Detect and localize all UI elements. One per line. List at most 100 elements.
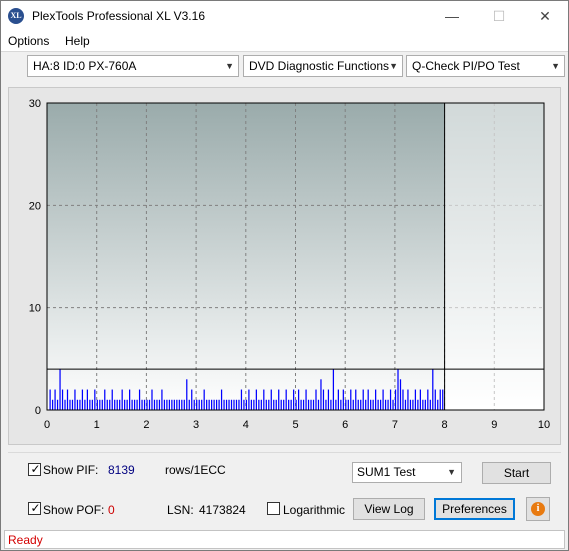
pi-bar xyxy=(104,389,106,410)
x-tick-label: 8 xyxy=(442,419,448,431)
pi-bar xyxy=(352,399,354,410)
x-tick-label: 6 xyxy=(342,419,348,431)
pi-bar xyxy=(94,389,96,410)
pi-bar xyxy=(270,389,272,410)
close-button[interactable]: ✕ xyxy=(522,1,568,31)
status-bar: Ready xyxy=(4,530,565,549)
preferences-button[interactable]: Preferences xyxy=(434,498,515,520)
pi-bar xyxy=(288,399,290,410)
lsn-value: 4173824 xyxy=(199,503,246,517)
checkmark-icon: ✓ xyxy=(30,501,41,515)
info-button[interactable]: i xyxy=(526,497,550,521)
drive-select[interactable]: HA:8 ID:0 PX-760A ▼ xyxy=(27,55,239,77)
function-select[interactable]: DVD Diagnostic Functions ▼ xyxy=(243,55,403,77)
pi-bar xyxy=(133,399,136,410)
logarithmic-checkbox[interactable]: ✓ xyxy=(267,502,280,515)
pi-bar xyxy=(439,389,441,410)
show-pif-checkbox[interactable]: ✓ xyxy=(28,462,41,476)
pi-bar xyxy=(332,369,335,410)
start-button[interactable]: Start xyxy=(482,462,551,484)
pi-bar xyxy=(432,369,434,410)
pi-bar xyxy=(126,399,128,410)
pi-bar xyxy=(69,399,71,410)
pi-bar xyxy=(181,399,183,410)
menu-help[interactable]: Help xyxy=(65,34,90,48)
pi-bar xyxy=(399,379,402,410)
pi-bar xyxy=(345,399,347,410)
x-tick-label: 7 xyxy=(392,419,398,431)
pi-bar xyxy=(106,399,108,410)
menu-options[interactable]: Options xyxy=(8,34,49,48)
pi-bar xyxy=(387,399,389,410)
pi-bar xyxy=(307,399,310,410)
pi-bar xyxy=(367,389,369,410)
pi-bar xyxy=(54,389,56,410)
title-bar[interactable]: XL PlexTools Professional XL V3.16 — ☐ ✕ xyxy=(1,1,568,31)
show-pof-checkbox[interactable]: ✓ xyxy=(28,501,41,515)
pi-bar xyxy=(228,399,230,410)
pi-bar xyxy=(91,399,93,410)
pi-bar xyxy=(310,399,312,410)
pi-bar xyxy=(382,389,384,410)
pi-bar xyxy=(335,399,337,410)
pi-bar xyxy=(330,399,332,410)
view-log-button[interactable]: View Log xyxy=(353,498,425,520)
drive-select-value: HA:8 ID:0 PX-760A xyxy=(33,59,137,73)
pi-bar xyxy=(248,389,250,410)
x-tick-label: 1 xyxy=(94,419,100,431)
pi-bar xyxy=(427,389,429,410)
chevron-down-icon: ▼ xyxy=(389,61,398,71)
pi-bar xyxy=(101,399,103,410)
pi-bar xyxy=(61,389,64,410)
pi-bar xyxy=(138,389,141,410)
pi-bar xyxy=(86,389,89,410)
pi-bar xyxy=(265,399,267,410)
pi-bar xyxy=(263,389,265,410)
x-tick-label: 5 xyxy=(292,419,298,431)
pi-bar xyxy=(131,399,133,410)
pi-bar xyxy=(146,399,148,410)
pi-bar xyxy=(240,389,243,410)
pi-bar xyxy=(320,379,322,410)
pi-bar xyxy=(141,399,143,410)
minimize-button[interactable]: — xyxy=(429,1,475,31)
menu-divider xyxy=(1,51,568,52)
pi-bar xyxy=(253,399,255,410)
pi-bar xyxy=(119,399,121,410)
pi-bar xyxy=(417,399,419,410)
y-tick-label: 10 xyxy=(29,303,41,315)
pof-value: 0 xyxy=(108,503,115,517)
pi-bar xyxy=(74,389,76,410)
pi-bar xyxy=(84,399,86,410)
pi-bar xyxy=(124,399,126,410)
pi-bar xyxy=(402,389,404,410)
pi-bar xyxy=(424,399,426,410)
pi-bar xyxy=(201,399,203,410)
x-tick-label: 3 xyxy=(193,419,199,431)
pi-bar xyxy=(315,389,317,410)
test-select[interactable]: Q-Check PI/PO Test ▼ xyxy=(406,55,565,77)
pi-bar xyxy=(89,399,91,410)
pi-bar xyxy=(372,399,374,410)
pi-bar xyxy=(99,399,101,410)
pi-bar xyxy=(238,399,240,410)
x-tick-label: 2 xyxy=(143,419,149,431)
pi-bar xyxy=(397,369,399,410)
pi-bar xyxy=(59,369,61,410)
pi-bar xyxy=(206,399,208,410)
pi-bar xyxy=(218,399,220,410)
pi-bar xyxy=(171,399,173,410)
y-tick-label: 0 xyxy=(35,405,41,417)
pi-bar xyxy=(327,389,330,410)
info-icon: i xyxy=(531,502,545,516)
pi-bar xyxy=(322,389,325,410)
pi-bar xyxy=(412,399,414,410)
maximize-button[interactable]: ☐ xyxy=(476,1,522,31)
pi-bar xyxy=(404,399,407,410)
sum-test-select[interactable]: SUM1 Test ▼ xyxy=(352,462,462,483)
pi-bar xyxy=(114,399,116,410)
pi-bar xyxy=(280,399,282,410)
lsn-label: LSN: xyxy=(167,503,194,517)
x-tick-label: 4 xyxy=(243,419,249,431)
pi-bar xyxy=(295,399,297,410)
